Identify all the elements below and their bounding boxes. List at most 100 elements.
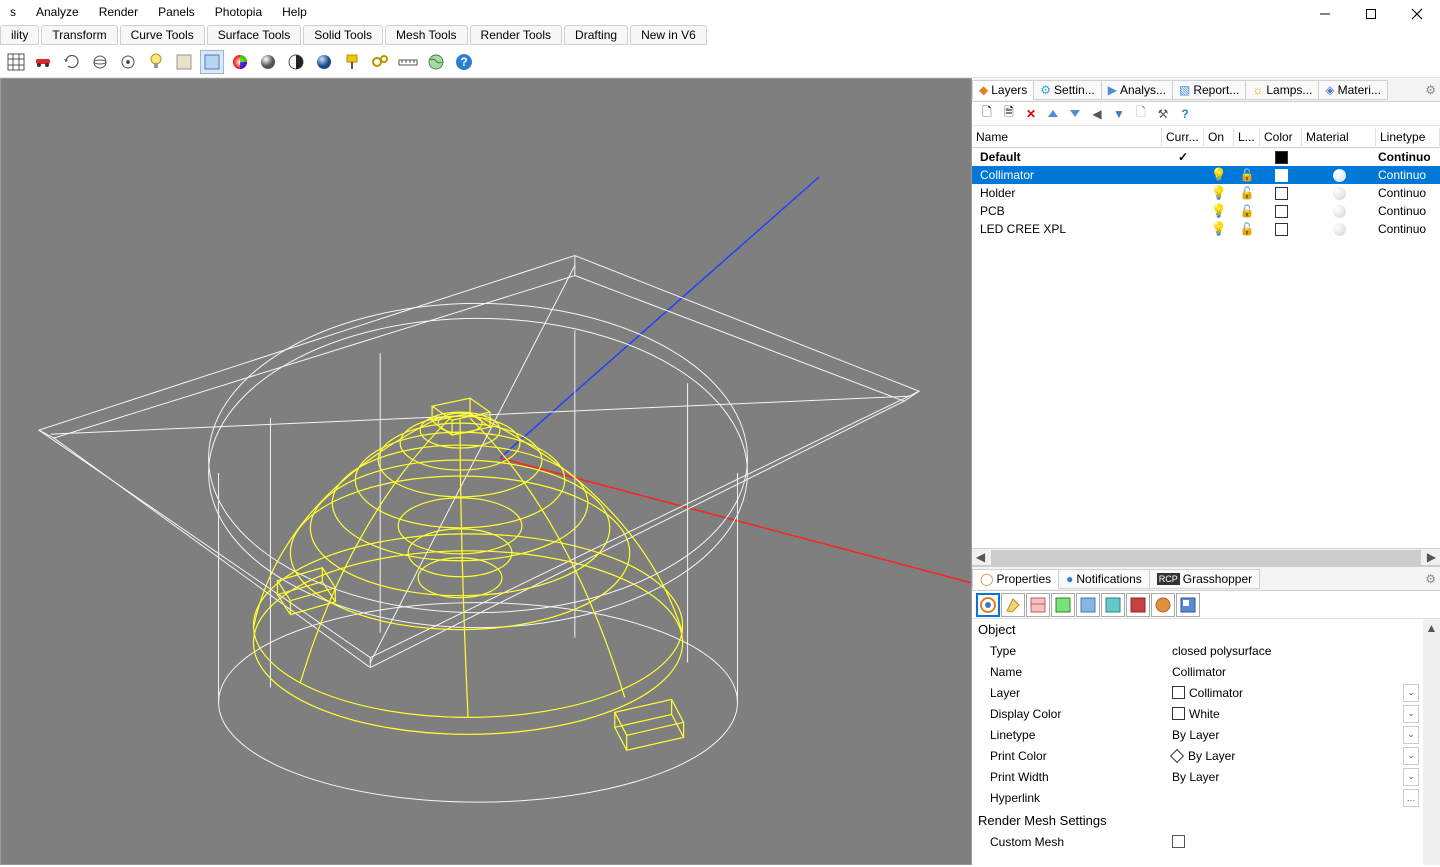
- tab-materials[interactable]: ◈Materi...: [1318, 80, 1388, 100]
- menu-item[interactable]: Help: [272, 2, 317, 22]
- bulb-icon[interactable]: [144, 50, 168, 74]
- gears-icon[interactable]: [368, 50, 392, 74]
- filter-icon[interactable]: ▼: [1110, 105, 1128, 123]
- edge-props-icon[interactable]: [1076, 593, 1100, 617]
- sphere-blue-icon[interactable]: [312, 50, 336, 74]
- layer-row[interactable]: PCB💡🔓Continuo: [972, 202, 1440, 220]
- minimize-button[interactable]: [1302, 0, 1348, 28]
- property-row[interactable]: Print WidthBy Layer⌄: [972, 766, 1423, 787]
- tool-tab[interactable]: Surface Tools: [207, 25, 302, 45]
- properties-vscrollbar[interactable]: ▲: [1423, 619, 1440, 865]
- tool-tab[interactable]: New in V6: [630, 25, 707, 45]
- nurbs-props-icon[interactable]: [1151, 593, 1175, 617]
- menu-item[interactable]: Render: [89, 2, 148, 22]
- tool-tab[interactable]: Solid Tools: [303, 25, 383, 45]
- new-sublayer-icon[interactable]: 🗎: [1000, 105, 1018, 123]
- tab-notifications[interactable]: ●Notifications: [1058, 569, 1150, 589]
- tab-analysis[interactable]: ▶Analys...: [1101, 80, 1173, 100]
- layer-row[interactable]: Default✓Continuo: [972, 148, 1440, 166]
- scroll-thumb[interactable]: [991, 550, 1421, 565]
- menu-item[interactable]: s: [0, 2, 26, 22]
- menu-item[interactable]: Analyze: [26, 2, 89, 22]
- property-row[interactable]: Display Color White⌄: [972, 703, 1423, 724]
- dropdown-icon[interactable]: ⌄: [1403, 684, 1419, 702]
- plane-fill-icon[interactable]: [200, 50, 224, 74]
- dropdown-icon[interactable]: ⌄: [1403, 747, 1419, 765]
- globe-icon[interactable]: [424, 50, 448, 74]
- property-row[interactable]: Print Color By Layer⌄: [972, 745, 1423, 766]
- tab-properties[interactable]: ◯Properties: [972, 569, 1059, 589]
- help-icon[interactable]: ?: [452, 50, 476, 74]
- layer-row[interactable]: Holder💡🔓Continuo: [972, 184, 1440, 202]
- layer-list[interactable]: Default✓ContinuoCollimator💡🔓ContinuoHold…: [972, 148, 1440, 548]
- thickness-props-icon[interactable]: [1126, 593, 1150, 617]
- col-on[interactable]: On: [1204, 128, 1234, 146]
- layer-row[interactable]: Collimator💡🔓Continuo: [972, 166, 1440, 184]
- viewport-3d[interactable]: [0, 78, 972, 865]
- property-row[interactable]: LinetypeBy Layer⌄: [972, 724, 1423, 745]
- color-wheel-icon[interactable]: [228, 50, 252, 74]
- maximize-button[interactable]: [1348, 0, 1394, 28]
- dropdown-icon[interactable]: ⌄: [1403, 768, 1419, 786]
- tool-tab[interactable]: ility: [0, 25, 39, 45]
- col-color[interactable]: Color: [1260, 128, 1302, 146]
- panel-options-icon[interactable]: ⚙: [1425, 83, 1440, 97]
- views-props-icon[interactable]: [1176, 593, 1200, 617]
- col-name[interactable]: Name: [972, 128, 1162, 146]
- col-lock[interactable]: L...: [1234, 128, 1260, 146]
- grid-icon[interactable]: [4, 50, 28, 74]
- tool-tab[interactable]: Curve Tools: [120, 25, 205, 45]
- sphere-gray-icon[interactable]: [256, 50, 280, 74]
- col-linetype[interactable]: Linetype: [1376, 128, 1440, 146]
- dropdown-icon[interactable]: ⌄: [1403, 726, 1419, 744]
- help-small-icon[interactable]: ?: [1176, 105, 1194, 123]
- close-button[interactable]: [1394, 0, 1440, 28]
- tool-tab[interactable]: Drafting: [564, 25, 628, 45]
- isocurve-props-icon[interactable]: [1101, 593, 1125, 617]
- menu-item[interactable]: Panels: [148, 2, 205, 22]
- prev-icon[interactable]: ◀: [1088, 105, 1106, 123]
- car-icon[interactable]: [32, 50, 56, 74]
- paint-icon[interactable]: [340, 50, 364, 74]
- move-down-icon[interactable]: [1066, 105, 1084, 123]
- move-up-icon[interactable]: [1044, 105, 1062, 123]
- tool-tab[interactable]: Mesh Tools: [385, 25, 467, 45]
- scroll-left-icon[interactable]: ◀: [972, 549, 989, 566]
- panel-options-icon[interactable]: ⚙: [1425, 572, 1440, 586]
- tab-layers[interactable]: ◆Layers: [972, 80, 1034, 100]
- property-row[interactable]: Layer Collimator⌄: [972, 682, 1423, 703]
- property-row[interactable]: Typeclosed polysurface: [972, 640, 1423, 661]
- orbit-icon[interactable]: [88, 50, 112, 74]
- target-icon[interactable]: [116, 50, 140, 74]
- delete-layer-icon[interactable]: ✕: [1022, 105, 1040, 123]
- decal-props-icon[interactable]: [1051, 593, 1075, 617]
- measure-icon[interactable]: [396, 50, 420, 74]
- property-row[interactable]: Custom Mesh: [972, 831, 1423, 852]
- texture-props-icon[interactable]: [1026, 593, 1050, 617]
- col-material[interactable]: Material: [1302, 128, 1376, 146]
- properties-toolbar: [972, 591, 1440, 619]
- scroll-right-icon[interactable]: ▶: [1423, 549, 1440, 566]
- tab-grasshopper[interactable]: RCPGrasshopper: [1149, 569, 1260, 589]
- ellipsis-button[interactable]: …: [1403, 789, 1419, 807]
- tools-icon[interactable]: ⚒: [1154, 105, 1172, 123]
- rotate-icon[interactable]: [60, 50, 84, 74]
- material-props-icon[interactable]: [1001, 593, 1025, 617]
- layer-icon[interactable]: 🗋: [1132, 105, 1150, 123]
- fill-icon[interactable]: [172, 50, 196, 74]
- dropdown-icon[interactable]: ⌄: [1403, 705, 1419, 723]
- tool-tab[interactable]: Render Tools: [470, 25, 563, 45]
- col-current[interactable]: Curr...: [1162, 128, 1204, 146]
- property-row[interactable]: Hyperlink…: [972, 787, 1423, 808]
- tab-lamps[interactable]: ☼Lamps...: [1245, 80, 1319, 100]
- menu-item[interactable]: Photopia: [205, 2, 272, 22]
- property-row[interactable]: NameCollimator: [972, 661, 1423, 682]
- tool-tab[interactable]: Transform: [41, 25, 117, 45]
- tab-reports[interactable]: ▧Report...: [1172, 80, 1246, 100]
- layer-row[interactable]: LED CREE XPL💡🔓Continuo: [972, 220, 1440, 238]
- object-props-icon[interactable]: [976, 593, 1000, 617]
- tab-settings[interactable]: ⚙Settin...: [1033, 80, 1101, 100]
- new-layer-icon[interactable]: 🗋: [978, 105, 996, 123]
- layer-hscrollbar[interactable]: ◀ ▶: [972, 548, 1440, 565]
- sphere-contrast-icon[interactable]: [284, 50, 308, 74]
